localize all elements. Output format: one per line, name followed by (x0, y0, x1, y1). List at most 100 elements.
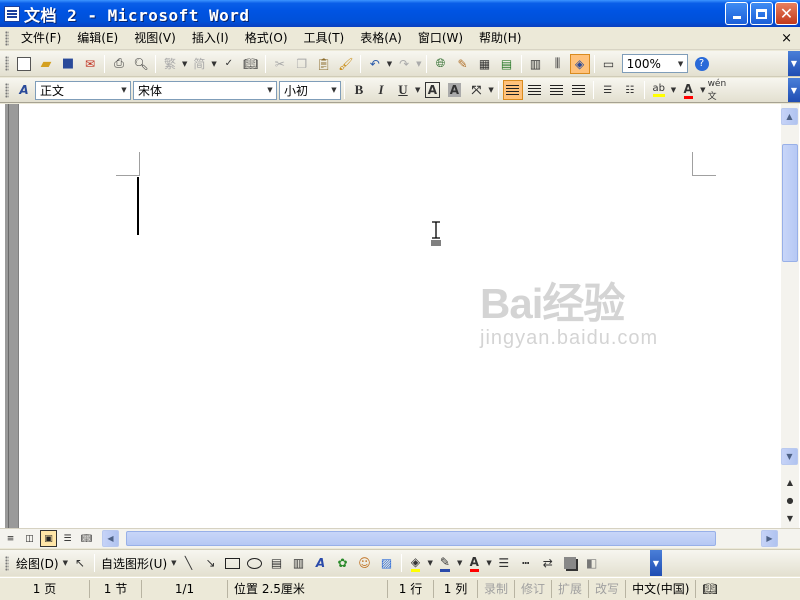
align-justify-button[interactable] (502, 80, 523, 100)
select-objects-button[interactable]: ↖ (70, 553, 90, 573)
wordart-button[interactable]: A (311, 553, 331, 573)
underline-button[interactable]: U (393, 80, 413, 100)
insert-excel-button[interactable]: ▤ (497, 54, 517, 74)
outline-view-button[interactable]: ☰ (59, 530, 76, 547)
status-extend[interactable]: 扩展 (552, 580, 590, 598)
open-button[interactable]: ▰ (36, 54, 56, 74)
chevron-down-icon[interactable]: ▼ (700, 86, 705, 94)
insert-table-button[interactable]: ▦ (475, 54, 495, 74)
show-hide-button[interactable]: ▭ (599, 54, 619, 74)
vertical-textbox-button[interactable]: ▥ (289, 553, 309, 573)
toolbar-grip[interactable] (5, 555, 9, 571)
status-track-changes[interactable]: 修订 (515, 580, 553, 598)
menu-window[interactable]: 窗口(W) (410, 28, 471, 48)
vertical-scroll-thumb[interactable] (782, 144, 798, 262)
toolbar-grip[interactable] (5, 56, 9, 71)
research-button[interactable]: 📖︎ (241, 54, 261, 74)
chevron-down-icon[interactable]: ▼ (486, 559, 491, 567)
clipart-button[interactable]: ☺ (355, 553, 375, 573)
spelling-status-icon[interactable]: 📖︎ (696, 580, 723, 598)
next-page-button[interactable]: ▼ (782, 510, 798, 526)
font-combo[interactable]: 宋体 ▼ (133, 80, 277, 100)
rectangle-tool-button[interactable] (223, 553, 243, 573)
vertical-ruler[interactable] (5, 104, 19, 528)
close-document-button[interactable]: × (781, 31, 792, 46)
character-border-button[interactable]: A (422, 80, 442, 100)
numbering-button[interactable]: ☰ (598, 80, 618, 100)
bold-button[interactable]: B (349, 80, 369, 100)
chevron-down-icon[interactable]: ▼ (264, 82, 276, 99)
zoom-combo[interactable]: 100% ▼ (621, 54, 688, 73)
previous-page-button[interactable]: ▲ (782, 474, 798, 490)
align-right-button[interactable] (547, 80, 567, 100)
arrow-tool-button[interactable]: ↘ (201, 553, 221, 573)
character-shading-button[interactable]: A (444, 80, 464, 100)
chevron-down-icon[interactable]: ▼ (171, 559, 176, 567)
cut-button[interactable]: ✂ (270, 54, 290, 74)
toolbar-options-button[interactable]: ▼ (650, 550, 662, 576)
menubar-grip[interactable] (5, 30, 9, 46)
menu-tools[interactable]: 工具(T) (296, 28, 353, 48)
print-layout-button[interactable]: ▣ (40, 530, 57, 547)
toolbar-options-button[interactable]: ▼ (788, 78, 800, 102)
scroll-up-button[interactable]: ▲ (781, 108, 798, 125)
toolbar-options-button[interactable]: ▼ (788, 51, 800, 76)
horizontal-scrollbar[interactable]: ◀ ▶ (102, 530, 778, 548)
character-scaling-button[interactable]: ⤧ (466, 80, 486, 100)
chevron-down-icon[interactable]: ▼ (182, 60, 187, 68)
distributed-button[interactable] (569, 80, 589, 100)
chevron-down-icon[interactable]: ▼ (671, 86, 676, 94)
chevron-down-icon[interactable]: ▼ (118, 82, 130, 99)
textbox-tool-button[interactable]: ▤ (267, 553, 287, 573)
word-app-icon[interactable] (4, 5, 20, 22)
diagram-button[interactable]: ✿ (333, 553, 353, 573)
web-layout-button[interactable]: ◫ (21, 530, 38, 547)
select-browse-object-button[interactable]: ● (782, 492, 798, 508)
font-size-combo[interactable]: 小初 ▼ (279, 80, 341, 100)
menu-insert[interactable]: 插入(I) (184, 28, 237, 48)
normal-view-button[interactable]: ≡ (2, 530, 19, 547)
maximize-button[interactable] (750, 2, 773, 25)
italic-button[interactable]: I (371, 80, 391, 100)
chevron-down-icon[interactable]: ▼ (416, 60, 421, 68)
bullets-button[interactable]: ☷ (620, 80, 640, 100)
chevron-down-icon[interactable]: ▼ (457, 559, 462, 567)
scroll-right-button[interactable]: ▶ (761, 530, 778, 547)
chevron-down-icon[interactable]: ▼ (63, 559, 68, 567)
menu-help[interactable]: 帮助(H) (471, 28, 529, 48)
tables-borders-button[interactable]: ✎ (453, 54, 473, 74)
paste-button[interactable]: 📋︎ (314, 54, 334, 74)
insert-picture-button[interactable]: ▨ (377, 553, 397, 573)
status-overtype[interactable]: 改写 (589, 580, 627, 598)
style-combo[interactable]: 正文 ▼ (35, 80, 131, 100)
arrow-style-button[interactable]: ⇄ (538, 553, 558, 573)
3d-style-button[interactable]: ◧ (582, 553, 602, 573)
drawing-toggle-button[interactable]: ⫼ (548, 54, 568, 74)
spelling-button[interactable]: ✓ (219, 54, 239, 74)
menu-edit[interactable]: 编辑(E) (69, 28, 126, 48)
chevron-down-icon[interactable]: ▼ (428, 559, 433, 567)
print-preview-button[interactable]: 🔍︎ (131, 54, 151, 74)
toolbar-grip[interactable] (5, 82, 9, 98)
redo-button[interactable]: ↷ (394, 54, 414, 74)
print-button[interactable]: ⎙ (109, 54, 129, 74)
undo-button[interactable]: ↶ (365, 54, 385, 74)
traditional-chinese-button[interactable]: 繁 (160, 54, 180, 74)
document-map-button[interactable]: ◈ (569, 53, 590, 74)
draw-menu-button[interactable]: 绘图(D) (13, 555, 62, 572)
insert-hyperlink-button[interactable]: 🌐︎ (431, 54, 451, 74)
permission-button[interactable]: ✉ (80, 54, 100, 74)
vertical-scrollbar[interactable]: ▲ ▼ ▲ ● ▼ (781, 104, 799, 528)
fill-color-button[interactable]: ◈ (406, 553, 426, 573)
drawing-font-color-button[interactable]: A (464, 553, 484, 573)
columns-button[interactable]: ▥ (526, 54, 546, 74)
menu-view[interactable]: 视图(V) (126, 28, 184, 48)
chevron-down-icon[interactable]: ▼ (415, 86, 420, 94)
close-button[interactable]: ✕ (775, 2, 798, 25)
chevron-down-icon[interactable]: ▼ (387, 60, 392, 68)
phonetic-guide-button[interactable]: wén文 (708, 79, 728, 102)
chevron-down-icon[interactable]: ▼ (488, 86, 493, 94)
horizontal-scroll-thumb[interactable] (126, 531, 716, 546)
menu-table[interactable]: 表格(A) (352, 28, 410, 48)
line-style-button[interactable]: ☰ (494, 553, 514, 573)
